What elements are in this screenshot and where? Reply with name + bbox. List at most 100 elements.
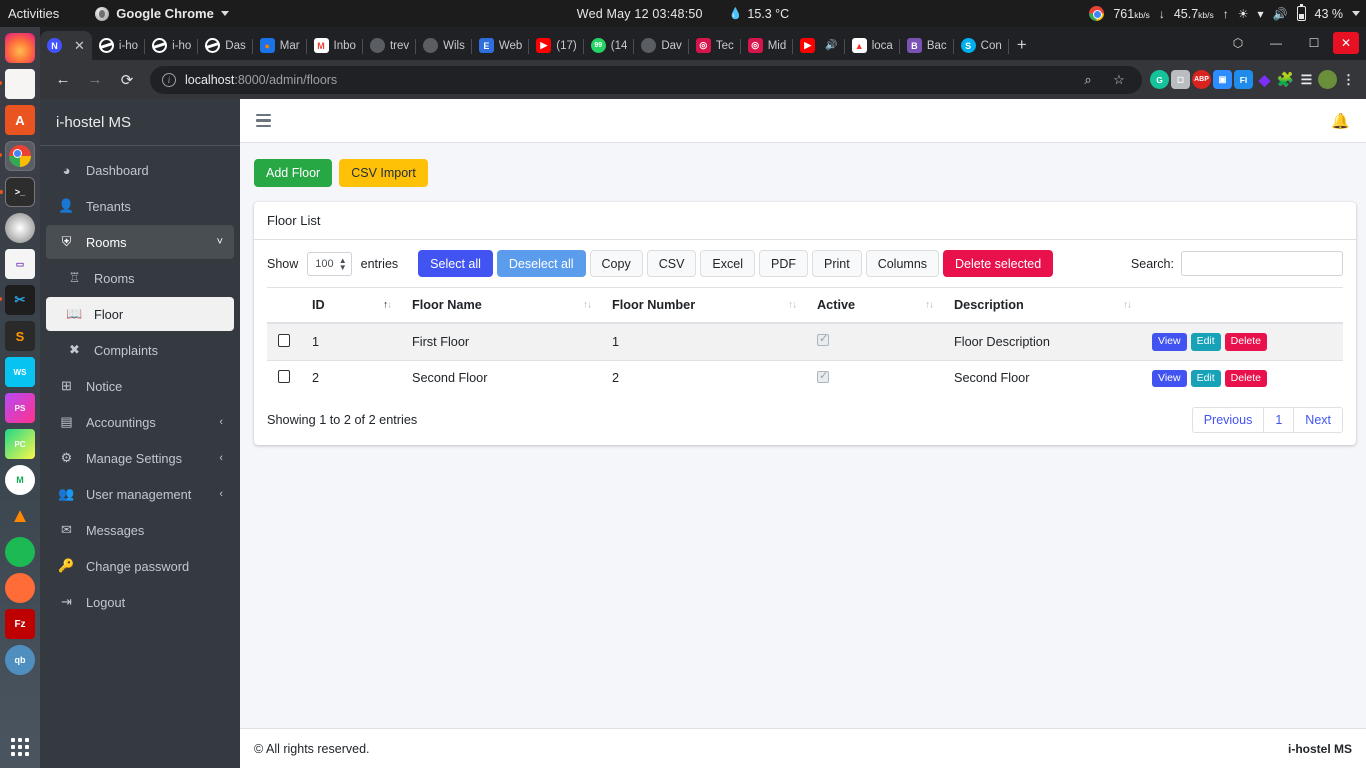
extensions-puzzle-icon[interactable]: ⬡ (1219, 30, 1257, 56)
sublime-text-icon[interactable]: S (5, 321, 35, 351)
software-center-icon[interactable]: A (5, 105, 35, 135)
browser-tab[interactable]: E Web (472, 31, 530, 60)
sidebar-item-rooms-group[interactable]: ⛨ Rooms ˅ (46, 225, 234, 259)
sidebar-item-complaints[interactable]: ✖ Complaints (46, 333, 234, 367)
activities-button[interactable]: Activities (8, 6, 59, 21)
browser-tab[interactable]: Wils (416, 31, 472, 60)
sidebar-item-manage-settings[interactable]: ⚙ Manage Settings ‹ (46, 441, 234, 475)
tab-audio-icon[interactable]: 🔊 (825, 40, 837, 51)
chrome-dock-icon[interactable] (0, 141, 35, 171)
sidebar-item-accountings[interactable]: ▤ Accountings ‹ (46, 405, 234, 439)
new-tab-button[interactable]: + (1017, 35, 1027, 55)
browser-tab[interactable]: Dav (634, 31, 689, 60)
table-row[interactable]: 1 First Floor 1 Floor Description View E… (267, 322, 1343, 361)
sidebar-toggle-icon[interactable] (256, 113, 271, 128)
adblock-icon[interactable]: ABP (1192, 70, 1211, 89)
sidebar-item-tenants[interactable]: 👤 Tenants (46, 189, 234, 223)
webstorm-icon[interactable]: WS (5, 357, 35, 387)
csv-button[interactable]: CSV (646, 250, 697, 277)
pdf-button[interactable]: PDF (759, 250, 808, 277)
sidebar-item-messages[interactable]: ✉ Messages (46, 513, 234, 547)
row-checkbox-cell[interactable] (267, 322, 301, 361)
print-button[interactable]: Print (812, 250, 862, 277)
column-description[interactable]: Description ↑↓ (943, 287, 1141, 324)
edit-button[interactable]: Edit (1190, 369, 1221, 388)
delete-button[interactable]: Delete (1224, 333, 1268, 351)
pocket-icon[interactable]: ◻ (1171, 70, 1190, 89)
vscode-icon[interactable]: ✂ (0, 285, 35, 315)
close-icon[interactable]: ✕ (74, 39, 85, 52)
sidebar-item-floor[interactable]: 📖 Floor (46, 297, 234, 331)
csv-import-button[interactable]: CSV Import (339, 159, 428, 187)
terminal-icon[interactable]: >_ (0, 177, 35, 207)
browser-tab[interactable]: ▶ (17) (529, 31, 584, 60)
browser-tab[interactable]: ▶ 🔊 (793, 31, 845, 60)
browser-tab[interactable]: i-ho (92, 31, 146, 60)
settings-icon[interactable] (5, 213, 35, 243)
sidebar-item-dashboard[interactable]: ◕ Dashboard (46, 153, 234, 187)
qbittorrent-icon[interactable]: qb (5, 645, 35, 675)
filezilla-icon[interactable]: Fz (5, 609, 35, 639)
pycharm-icon[interactable]: PC (5, 429, 35, 459)
column-id[interactable]: ID ↑↓ (301, 287, 401, 324)
browser-tab[interactable]: S Con (954, 31, 1009, 60)
font-icon[interactable]: FI (1234, 70, 1253, 89)
postman-icon[interactable] (5, 573, 35, 603)
column-active[interactable]: Active ↑↓ (806, 287, 943, 324)
bookmark-star-icon[interactable]: ☆ (1108, 69, 1130, 91)
excel-button[interactable]: Excel (700, 250, 755, 277)
page-length-select-wrapper[interactable]: 100 ▲ ▼ (307, 251, 352, 276)
vlc-icon[interactable]: ▲ (5, 501, 35, 531)
sidebar-item-change-password[interactable]: 🔑 Change password (46, 549, 234, 583)
edit-button[interactable]: Edit (1190, 333, 1221, 351)
reload-button[interactable]: ⟳ (112, 65, 142, 95)
zoom-app-icon[interactable]: ▣ (1213, 70, 1232, 89)
forward-button[interactable]: → (80, 65, 110, 95)
mongodb-compass-icon[interactable]: M (5, 465, 35, 495)
table-row[interactable]: 2 Second Floor 2 Second Floor View Edit (267, 359, 1343, 397)
active-app-menu[interactable]: Google Chrome (95, 6, 229, 21)
puzzle-icon[interactable]: 🧩 (1276, 70, 1295, 89)
browser-tab[interactable]: ▲ loca (845, 31, 900, 60)
back-button[interactable]: ← (48, 65, 78, 95)
pagination-next[interactable]: Next (1293, 407, 1343, 434)
delete-selected-button[interactable]: Delete selected (943, 250, 1054, 277)
system-menu-chevron-icon[interactable] (1352, 11, 1360, 16)
pagination-previous[interactable]: Previous (1191, 407, 1265, 434)
zoom-icon[interactable]: ⌕ (1077, 69, 1099, 91)
sidebar-item-logout[interactable]: ⇥ Logout (46, 585, 234, 619)
grammarly-icon[interactable]: G (1150, 70, 1169, 89)
notifications-bell-icon[interactable]: 🔔 (1331, 112, 1350, 130)
sidebar-brand[interactable]: i-hostel MS (40, 99, 240, 146)
address-bar[interactable]: i localhost:8000/admin/floors ⌕ ☆ (150, 65, 1142, 94)
files-icon[interactable] (0, 69, 35, 99)
browser-tab-active[interactable]: N ✕ (40, 31, 92, 60)
browser-tab[interactable]: Das (198, 31, 253, 60)
browser-tab[interactable]: ◎ Tec (689, 31, 741, 60)
diamond-icon[interactable]: ◆ (1255, 70, 1274, 89)
search-input[interactable] (1181, 251, 1343, 276)
sidebar-item-user-management[interactable]: 👥 User management ‹ (46, 477, 234, 511)
firefox-icon[interactable] (5, 33, 35, 63)
clock[interactable]: Wed May 12 03:48:50 (577, 7, 703, 21)
view-button[interactable]: View (1152, 369, 1187, 388)
minimize-button[interactable]: — (1257, 30, 1295, 56)
copy-button[interactable]: Copy (589, 250, 643, 277)
chrome-tray-icon[interactable] (1089, 6, 1105, 21)
show-applications-icon[interactable] (11, 738, 29, 756)
pagination-page-1[interactable]: 1 (1263, 407, 1295, 434)
phpstorm-icon[interactable]: PS (5, 393, 35, 423)
deselect-all-button[interactable]: Deselect all (496, 250, 586, 277)
browser-tab[interactable]: 99 (14 (584, 31, 635, 60)
sidebar-item-notice[interactable]: ⊞ Notice (46, 369, 234, 403)
profile-avatar[interactable] (1318, 70, 1337, 89)
close-window-button[interactable]: ✕ (1333, 32, 1359, 54)
select-all-button[interactable]: Select all (418, 250, 493, 277)
virtualbox-icon[interactable]: ▭ (5, 249, 35, 279)
browser-tab[interactable]: ◎ Mid (741, 31, 794, 60)
column-floor-name[interactable]: Floor Name ↑↓ (401, 287, 601, 324)
columns-button[interactable]: Columns (865, 250, 940, 277)
reading-list-icon[interactable]: ☰ (1297, 70, 1316, 89)
column-floor-number[interactable]: Floor Number ↑↓ (601, 287, 806, 324)
delete-button[interactable]: Delete (1224, 369, 1268, 388)
